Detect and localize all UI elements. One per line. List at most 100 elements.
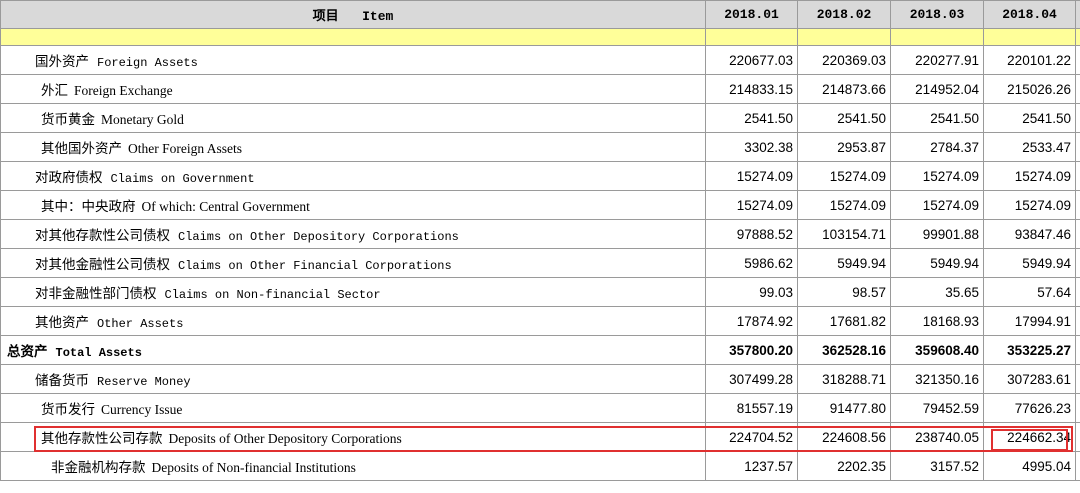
spacer-row <box>0 28 1080 46</box>
header-edge <box>1075 0 1080 29</box>
table-row: 其中：中央政府 Of which: Central Government 1527… <box>0 190 1080 220</box>
cell-value: 357800.20 <box>705 335 798 365</box>
header-period-3: 2018.03 <box>890 0 984 29</box>
table-row: 国外资产 Foreign Assets 220677.03 220369.03 2… <box>0 45 1080 75</box>
header-item-zh: 项目 <box>312 9 339 24</box>
table-row: 非金融机构存款 Deposits of Non-financial Institu… <box>0 451 1080 481</box>
cell-value: 220277.91 <box>890 45 984 75</box>
cell-value: 2202.35 <box>797 451 891 481</box>
cell-value: 318288.71 <box>797 364 891 394</box>
cell-value: 35.65 <box>890 277 984 307</box>
cell-value: 81557.19 <box>705 393 798 423</box>
header-period-2: 2018.02 <box>797 0 891 29</box>
highlighted-cell-value: 224662.34 <box>983 422 1076 452</box>
row-label: 对其他存款性公司债权 Claims on Other Depository Cor… <box>0 219 706 249</box>
row-label: 国外资产 Foreign Assets <box>0 45 706 75</box>
cell-value: 307499.28 <box>705 364 798 394</box>
cell-value: 214952.04 <box>890 74 984 104</box>
cell-value: 220101.22 <box>983 45 1076 75</box>
cell-value: 99901.88 <box>890 219 984 249</box>
cell-value: 5949.94 <box>890 248 984 278</box>
cell-value: 15274.09 <box>797 161 891 191</box>
row-label: 外汇 Foreign Exchange <box>0 74 706 104</box>
table-row: 对非金融性部门债权 Claims on Non-financial Sector … <box>0 277 1080 307</box>
cell-value: 17681.82 <box>797 306 891 336</box>
cell-value: 15274.09 <box>890 161 984 191</box>
cell-value: 2541.50 <box>983 103 1076 133</box>
cell-value: 2784.37 <box>890 132 984 162</box>
highlighted-row: 其他存款性公司存款 Deposits of Other Depository Co… <box>0 422 1080 452</box>
cell-value: 214873.66 <box>797 74 891 104</box>
table-row: 其他国外资产 Other Foreign Assets 3302.38 2953.… <box>0 132 1080 162</box>
table-row: 对其他存款性公司债权 Claims on Other Depository Cor… <box>0 219 1080 249</box>
row-label: 对非金融性部门债权 Claims on Non-financial Sector <box>0 277 706 307</box>
cell-value: 220369.03 <box>797 45 891 75</box>
cell-value: 99.03 <box>705 277 798 307</box>
cell-value: 224704.52 <box>705 422 798 452</box>
cell-value: 15274.09 <box>983 161 1076 191</box>
cell-value: 362528.16 <box>797 335 891 365</box>
cell-value: 2953.87 <box>797 132 891 162</box>
cell-value: 17874.92 <box>705 306 798 336</box>
cell-value: 2533.47 <box>983 132 1076 162</box>
cell-value: 15274.09 <box>983 190 1076 220</box>
cell-value: 15274.09 <box>705 161 798 191</box>
cell-value: 15274.09 <box>797 190 891 220</box>
cell-value: 97888.52 <box>705 219 798 249</box>
table-row: 对其他金融性公司债权 Claims on Other Financial Corp… <box>0 248 1080 278</box>
cell-value: 57.64 <box>983 277 1076 307</box>
cell-value: 93847.46 <box>983 219 1076 249</box>
table-row: 对政府债权 Claims on Government 15274.09 15274… <box>0 161 1080 191</box>
header-row: 项目 Item 2018.01 2018.02 2018.03 2018.04 <box>0 0 1080 29</box>
row-label: 非金融机构存款 Deposits of Non-financial Institu… <box>0 451 706 481</box>
table-row: 储备货币 Reserve Money 307499.28 318288.71 32… <box>0 364 1080 394</box>
cell-value: 18168.93 <box>890 306 984 336</box>
row-label: 其他资产 Other Assets <box>0 306 706 336</box>
cell-value: 1237.57 <box>705 451 798 481</box>
row-label: 货币黄金 Monetary Gold <box>0 103 706 133</box>
row-label: 总资产 Total Assets <box>0 335 706 365</box>
cell-value: 215026.26 <box>983 74 1076 104</box>
cell-value: 77626.23 <box>983 393 1076 423</box>
header-item: 项目 Item <box>0 0 706 29</box>
total-row: 总资产 Total Assets 357800.20 362528.16 3596… <box>0 335 1080 365</box>
cell-value: 220677.03 <box>705 45 798 75</box>
cell-value: 4995.04 <box>983 451 1076 481</box>
row-label: 对政府债权 Claims on Government <box>0 161 706 191</box>
table-row: 外汇 Foreign Exchange 214833.15 214873.66 2… <box>0 74 1080 104</box>
cell-value: 103154.71 <box>797 219 891 249</box>
header-item-en: Item <box>362 9 394 24</box>
cell-value: 353225.27 <box>983 335 1076 365</box>
table-row: 货币黄金 Monetary Gold 2541.50 2541.50 2541.5… <box>0 103 1080 133</box>
cell-value: 3157.52 <box>890 451 984 481</box>
cell-value: 214833.15 <box>705 74 798 104</box>
header-period-1: 2018.01 <box>705 0 798 29</box>
cell-value: 15274.09 <box>890 190 984 220</box>
cell-value: 2541.50 <box>705 103 798 133</box>
cell-value: 3302.38 <box>705 132 798 162</box>
cell-value: 79452.59 <box>890 393 984 423</box>
cell-value: 2541.50 <box>797 103 891 133</box>
cell-value: 5949.94 <box>983 248 1076 278</box>
cell-value: 98.57 <box>797 277 891 307</box>
row-label: 其他存款性公司存款 Deposits of Other Depository Co… <box>0 422 706 452</box>
table-row: 货币发行 Currency Issue 81557.19 91477.80 794… <box>0 393 1080 423</box>
cell-value: 17994.91 <box>983 306 1076 336</box>
row-label: 货币发行 Currency Issue <box>0 393 706 423</box>
row-label: 其中：中央政府 Of which: Central Government <box>0 190 706 220</box>
cell-value: 359608.40 <box>890 335 984 365</box>
row-label: 对其他金融性公司债权 Claims on Other Financial Corp… <box>0 248 706 278</box>
cell-value: 224608.56 <box>797 422 891 452</box>
row-label: 储备货币 Reserve Money <box>0 364 706 394</box>
cell-value: 5986.62 <box>705 248 798 278</box>
cell-value: 2541.50 <box>890 103 984 133</box>
cell-value: 5949.94 <box>797 248 891 278</box>
cell-value: 321350.16 <box>890 364 984 394</box>
cell-value: 307283.61 <box>983 364 1076 394</box>
cell-value: 238740.05 <box>890 422 984 452</box>
cell-value: 15274.09 <box>705 190 798 220</box>
table-row: 其他资产 Other Assets 17874.92 17681.82 18168… <box>0 306 1080 336</box>
header-period-4: 2018.04 <box>983 0 1076 29</box>
balance-sheet-table: 项目 Item 2018.01 2018.02 2018.03 2018.04 … <box>0 0 1080 481</box>
row-label: 其他国外资产 Other Foreign Assets <box>0 132 706 162</box>
